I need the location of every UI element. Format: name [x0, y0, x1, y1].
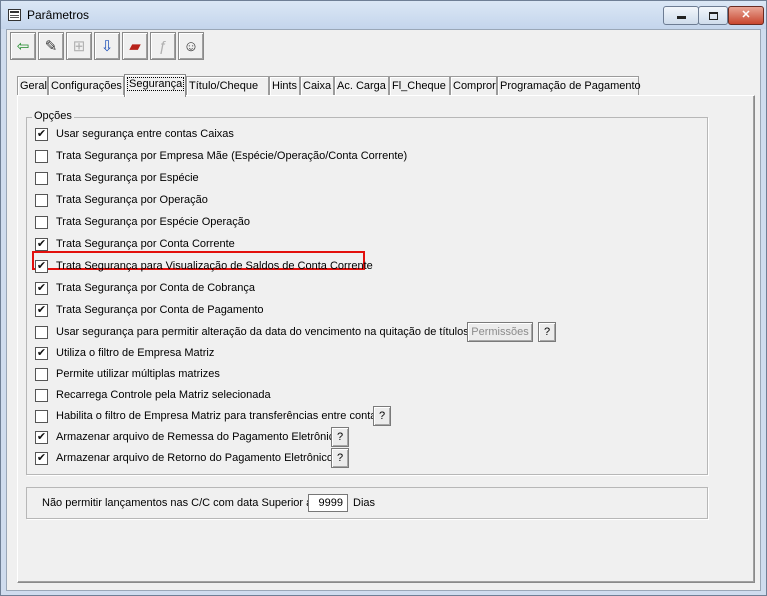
maximize-button[interactable] — [698, 6, 728, 25]
date-limit-label: Não permitir lançamentos nas C/C com dat… — [42, 497, 313, 509]
option-row[interactable]: Recarrega Controle pela Matriz seleciona… — [35, 387, 271, 403]
option-label: Armazenar arquivo de Remessa do Pagament… — [56, 431, 341, 443]
tab-seguranca[interactable]: Segurança — [124, 74, 186, 97]
option-checkbox[interactable]: ✔ — [35, 346, 48, 360]
option-label: Trata Segurança por Conta de Cobrança — [56, 282, 255, 294]
toolbar: ⇦ ✎ ⊞ ⇩ ▰ ƒ ☺ — [10, 32, 204, 62]
option-row[interactable]: ✔ Armazenar arquivo de Retorno do Pagamen… — [35, 450, 333, 466]
parametros-window: Parâmetros ✕ ⇦ ✎ ⊞ ⇩ ▰ ƒ ☺ Geral Configu… — [0, 0, 767, 596]
option-label: Trata Segurança por Conta Corrente — [56, 238, 235, 250]
option-checkbox[interactable] — [35, 367, 48, 381]
find-button[interactable]: ƒ — [150, 32, 176, 60]
date-limit-input[interactable]: 9999 — [308, 494, 348, 512]
option-checkbox[interactable]: ✔ — [35, 237, 48, 251]
option-row[interactable]: Permite utilizar múltiplas matrizes — [35, 366, 220, 382]
option-row[interactable]: Habilita o filtro de Empresa Matriz para… — [35, 408, 382, 424]
option-label: Trata Segurança por Espécie — [56, 172, 199, 184]
window-title: Parâmetros — [27, 8, 90, 22]
save-download-icon: ⇩ — [100, 37, 114, 55]
tab-caixa[interactable]: Caixa — [300, 76, 334, 96]
seguranca-panel: Opções ✔ Usar segurança entre contas Caix… — [17, 95, 755, 583]
option-row[interactable]: ✔ Trata Segurança por Conta Corrente — [35, 236, 235, 252]
active-tab-label: Segurança — [127, 77, 185, 91]
option-row[interactable]: Trata Segurança por Operação — [35, 192, 208, 208]
exit-button[interactable]: ⇦ — [10, 32, 36, 60]
option-label: Recarrega Controle pela Matriz seleciona… — [56, 389, 271, 401]
eraser-icon: ✎ — [44, 37, 58, 55]
option-label: Trata Segurança por Operação — [56, 194, 208, 206]
open-button[interactable]: ▰ — [122, 32, 148, 60]
date-limit-unit: Dias — [353, 497, 376, 509]
option-row-highlighted[interactable]: ✔ Trata Segurança para Visualização de Sa… — [35, 258, 373, 274]
option-label: Trata Segurança por Empresa Mãe (Espécie… — [56, 150, 408, 162]
option-row[interactable]: ✔ Armazenar arquivo de Remessa do Pagamen… — [35, 429, 340, 445]
tab-configuracoes[interactable]: Configurações — [48, 76, 124, 96]
tab-programacao-pagamento[interactable]: Programação de Pagamento — [497, 76, 641, 96]
clear-button[interactable]: ✎ — [38, 32, 64, 60]
structure-button[interactable]: ⊞ — [66, 32, 92, 60]
structure-icon: ⊞ — [72, 37, 86, 55]
tab-compror[interactable]: Compror — [450, 76, 497, 96]
app-window-icon[interactable] — [8, 9, 21, 21]
option-label: Usar segurança para permitir alteração d… — [56, 326, 469, 338]
option-checkbox[interactable] — [35, 215, 48, 229]
retorno-help-button[interactable]: ? — [331, 448, 349, 468]
client-area: ⇦ ✎ ⊞ ⇩ ▰ ƒ ☺ Geral Configurações Segura… — [6, 29, 761, 591]
option-row[interactable]: Trata Segurança por Espécie Operação — [35, 214, 250, 230]
option-label: Permite utilizar múltiplas matrizes — [56, 368, 220, 380]
option-label: Trata Segurança para Visualização de Sal… — [56, 260, 373, 272]
option-checkbox[interactable] — [35, 171, 48, 185]
tab-ac-carga[interactable]: Ac. Carga — [334, 76, 389, 96]
option-row[interactable]: Usar segurança para permitir alteração d… — [35, 324, 469, 340]
help-button[interactable]: ☺ — [178, 32, 204, 60]
tab-hints[interactable]: Hints — [269, 76, 300, 96]
options-group: Opções ✔ Usar segurança entre contas Caix… — [26, 110, 708, 475]
option-label: Usar segurança entre contas Caixas — [56, 128, 234, 140]
tab-fl-cheque[interactable]: Fl_Cheque — [389, 76, 450, 96]
exit-door-icon: ⇦ — [16, 37, 30, 55]
open-folder-icon: ▰ — [129, 37, 141, 55]
date-limit-group: Não permitir lançamentos nas C/C com dat… — [26, 487, 708, 519]
option-checkbox[interactable]: ✔ — [35, 281, 48, 295]
find-text-icon: ƒ — [158, 37, 168, 55]
option-checkbox[interactable] — [35, 388, 48, 402]
option-row[interactable]: Trata Segurança por Empresa Mãe (Espécie… — [35, 148, 407, 164]
option-checkbox[interactable]: ✔ — [35, 259, 48, 273]
tab-geral[interactable]: Geral — [17, 76, 48, 96]
option-checkbox[interactable] — [35, 325, 48, 339]
option-checkbox[interactable]: ✔ — [35, 430, 48, 444]
remessa-help-button[interactable]: ? — [331, 427, 349, 447]
help-person-icon: ☺ — [183, 37, 199, 55]
option-checkbox[interactable] — [35, 193, 48, 207]
minimize-button[interactable] — [663, 6, 699, 25]
title-bar[interactable]: Parâmetros ✕ — [1, 1, 766, 29]
option-label: Armazenar arquivo de Retorno do Pagament… — [56, 452, 333, 464]
options-group-title: Opções — [32, 110, 74, 122]
option-row[interactable]: ✔ Usar segurança entre contas Caixas — [35, 126, 234, 142]
permissions-button[interactable]: Permissões — [467, 322, 533, 342]
permissions-help-button[interactable]: ? — [538, 322, 556, 342]
option-row[interactable]: ✔ Utiliza o filtro de Empresa Matriz — [35, 345, 214, 361]
option-label: Trata Segurança por Conta de Pagamento — [56, 304, 264, 316]
option-checkbox[interactable]: ✔ — [35, 303, 48, 317]
option-checkbox[interactable]: ✔ — [35, 451, 48, 465]
maximize-icon — [708, 12, 718, 20]
minimize-icon — [676, 16, 686, 19]
option-label: Trata Segurança por Espécie Operação — [56, 216, 251, 228]
option-label: Utiliza o filtro de Empresa Matriz — [56, 347, 215, 359]
option-row[interactable]: Trata Segurança por Espécie — [35, 170, 199, 186]
close-button[interactable]: ✕ — [728, 6, 764, 25]
option-label: Habilita o filtro de Empresa Matriz para… — [56, 410, 382, 422]
matrix-transfer-help-button[interactable]: ? — [373, 406, 391, 426]
option-row[interactable]: ✔ Trata Segurança por Conta de Pagamento — [35, 302, 264, 318]
option-checkbox[interactable]: ✔ — [35, 127, 48, 141]
option-checkbox[interactable] — [35, 149, 48, 163]
option-row[interactable]: ✔ Trata Segurança por Conta de Cobrança — [35, 280, 255, 296]
save-button[interactable]: ⇩ — [94, 32, 120, 60]
option-checkbox[interactable] — [35, 409, 48, 423]
tab-titulo-cheque[interactable]: Título/Cheque — [186, 76, 269, 96]
